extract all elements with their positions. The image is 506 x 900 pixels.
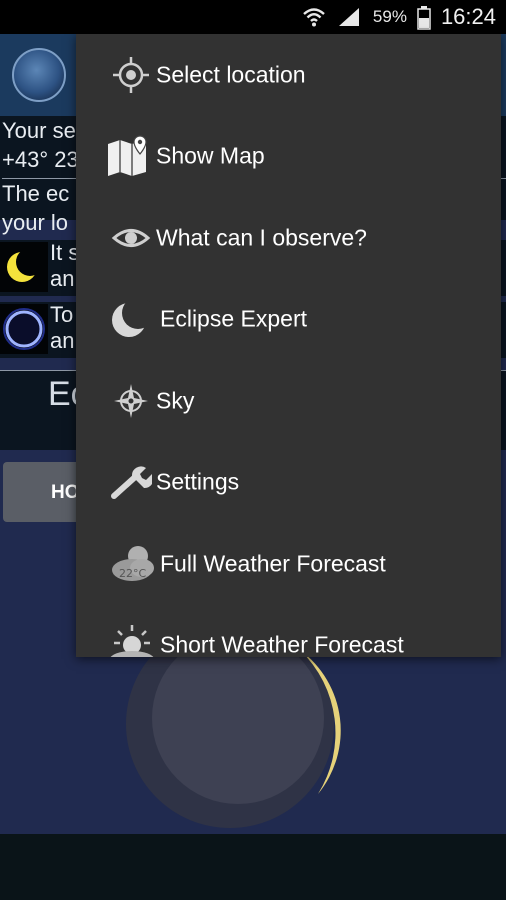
wrench-icon [108, 459, 154, 505]
weather-badge: 22°C [119, 567, 146, 580]
overflow-menu: Select location Show Map What can I obse… [76, 34, 501, 657]
wifi-icon [301, 6, 327, 28]
menu-item-sky[interactable]: Sky [76, 360, 501, 442]
map-pin-icon [106, 133, 152, 179]
menu-item-short-weather-forecast[interactable]: Short Weather Forecast [76, 605, 501, 657]
crescent-moon-icon [0, 242, 48, 292]
menu-item-what-can-i-observe[interactable]: What can I observe? [76, 197, 501, 279]
row-text: To an [50, 302, 74, 354]
row-line: an [50, 328, 75, 353]
menu-item-label: Eclipse Expert [160, 305, 308, 332]
row-line: It s [50, 240, 80, 265]
menu-item-settings[interactable]: Settings [76, 442, 501, 524]
row-text: It s an [50, 240, 79, 292]
signal-icon [337, 6, 363, 28]
row-line: To [50, 302, 74, 327]
eclipse-ring-icon [0, 304, 48, 354]
bottom-bar [0, 834, 506, 900]
menu-item-show-map[interactable]: Show Map [76, 116, 501, 198]
menu-item-label: Show Map [156, 142, 265, 169]
compass-star-icon [108, 378, 154, 424]
row-line: an [50, 266, 75, 291]
menu-item-label: Short Weather Forecast [160, 631, 404, 657]
menu-item-label: Sky [156, 387, 195, 414]
clock: 16:24 [440, 4, 496, 29]
crosshair-icon [108, 52, 154, 98]
menu-item-select-location[interactable]: Select location [76, 34, 501, 116]
menu-item-label: Settings [156, 468, 240, 495]
sun-cloud-icon [108, 622, 158, 657]
crescent-moon-icon [108, 296, 154, 342]
menu-item-label: Full Weather Forecast [160, 550, 386, 577]
battery-percent: 59% [372, 7, 407, 26]
status-bar: 59% 16:24 [0, 0, 506, 34]
menu-item-full-weather-forecast[interactable]: 22°C Full Weather Forecast [76, 523, 501, 605]
menu-item-label: Select location [156, 61, 306, 88]
battery-icon [417, 6, 431, 30]
weather-cloud-icon: 22°C [108, 541, 158, 587]
eye-icon [108, 215, 154, 261]
menu-item-eclipse-expert[interactable]: Eclipse Expert [76, 279, 501, 361]
app-logo[interactable] [12, 48, 66, 102]
menu-item-label: What can I observe? [156, 224, 367, 251]
